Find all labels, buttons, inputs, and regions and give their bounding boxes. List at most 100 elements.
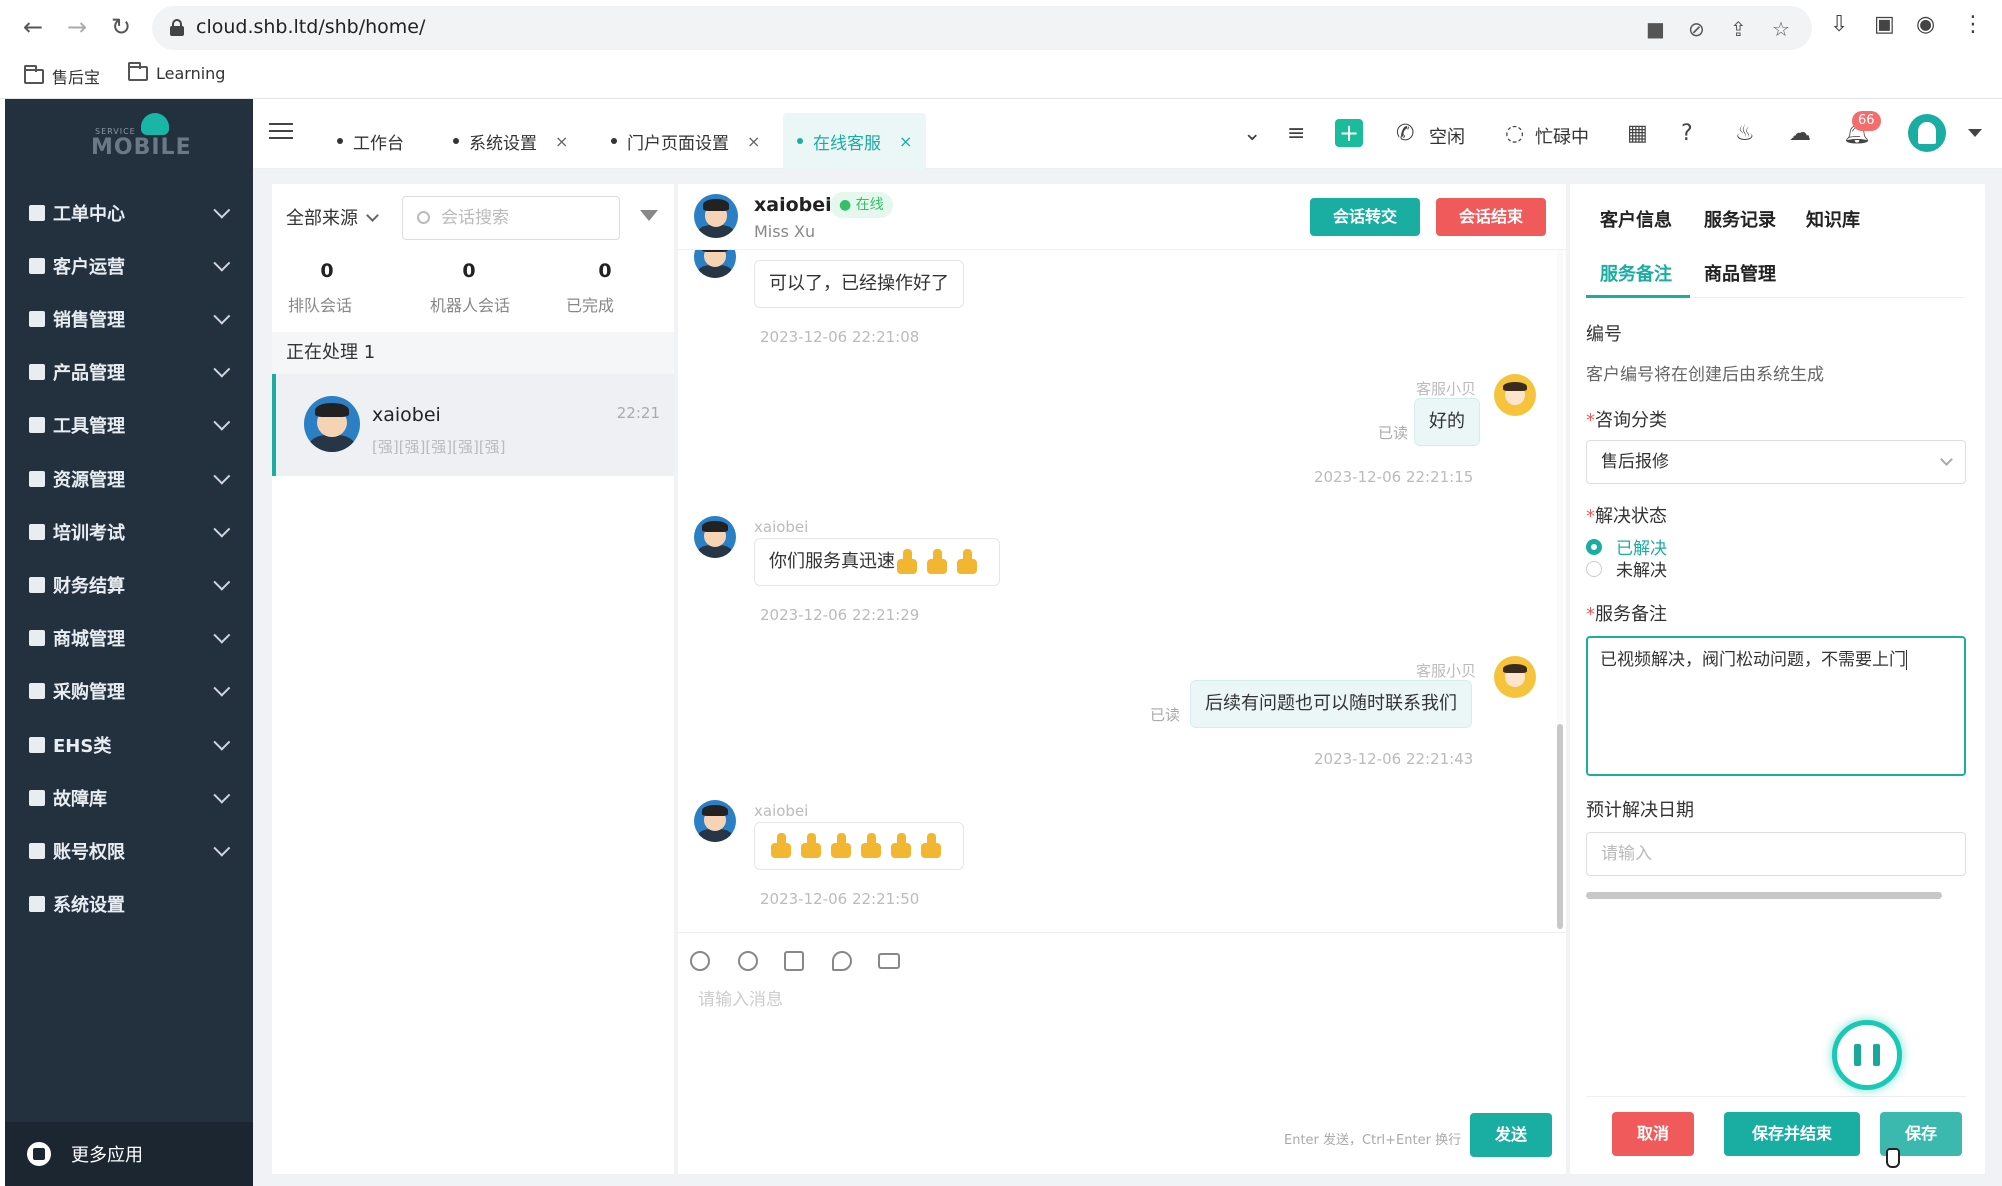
thumbs-up-icon — [769, 833, 795, 859]
tab-label: 门户页面设置 — [627, 133, 729, 154]
message-scrollbar-thumb[interactable] — [1557, 724, 1563, 929]
sidebar-item-3[interactable]: 产品管理 — [5, 346, 253, 399]
sidebar-item-5[interactable]: 资源管理 — [5, 452, 253, 505]
url-text[interactable]: cloud.shb.ltd/shb/home/ — [196, 16, 425, 38]
user-avatar[interactable] — [1908, 114, 1946, 152]
close-icon[interactable]: × — [747, 132, 760, 151]
message-bubble: 后续有问题也可以随时联系我们 — [1190, 680, 1472, 728]
cloud-icon[interactable]: ☁ — [1789, 121, 1811, 146]
calendar-icon[interactable]: ▦ — [1627, 121, 1648, 146]
quick-reply-icon[interactable] — [738, 951, 758, 971]
stat-completed[interactable]: 0 已完成 — [550, 260, 660, 315]
emoji-icon[interactable] — [690, 951, 710, 971]
send-button[interactable]: 发送 — [1470, 1113, 1552, 1157]
message-list[interactable]: xaiobei 可以了，已经操作好了 2023-12-06 22:21:08 客… — [678, 250, 1558, 930]
location-blocked-icon[interactable]: ⊘ — [1688, 17, 1705, 41]
stat-robot[interactable]: 0 机器人会话 — [414, 260, 524, 315]
number-label: 编号 — [1586, 324, 1622, 345]
add-icon[interactable]: + — [1335, 119, 1363, 147]
sidebar-item-8[interactable]: 商城管理 — [5, 612, 253, 665]
tab-service-records[interactable]: 服务记录 — [1704, 206, 1776, 232]
sidebar-item-label: EHS类 — [53, 735, 112, 757]
profile-icon[interactable]: ◉ — [1916, 12, 1935, 37]
sidebar-item-4[interactable]: 工具管理 — [5, 399, 253, 452]
customer-info-panel: 客户信息 服务记录 知识库 服务备注 商品管理 编号 客户编号将在创建后由系统生… — [1570, 184, 1985, 1174]
source-filter-select[interactable]: 全部来源 — [286, 204, 379, 230]
cancel-button[interactable]: 取消 — [1612, 1112, 1694, 1156]
app-logo[interactable]: SERVICE MOBILE — [5, 109, 253, 165]
fault-icon — [29, 789, 45, 806]
sidebar-item-12[interactable]: 账号权限 — [5, 824, 253, 877]
side-panel-icon[interactable]: ▣ — [1874, 12, 1895, 37]
category-select[interactable]: 售后报修 — [1586, 440, 1966, 484]
chevron-down-icon[interactable]: ⌄ — [1243, 121, 1261, 146]
category-label: *咨询分类 — [1586, 410, 1667, 431]
list-menu-icon[interactable]: ≡ — [1287, 121, 1305, 146]
attachment-icon[interactable] — [832, 951, 852, 971]
tab-customer-info[interactable]: 客户信息 — [1600, 206, 1672, 232]
browser-menu-icon[interactable]: ⋮ — [1962, 12, 1984, 37]
filter-icon[interactable] — [640, 210, 658, 221]
tab-product-management[interactable]: 商品管理 — [1704, 260, 1776, 286]
unresolved-radio[interactable]: 未解决 — [1586, 556, 1667, 581]
help-icon[interactable]: ? — [1681, 121, 1693, 146]
forward-icon[interactable]: → — [62, 12, 92, 42]
sidebar-item-7[interactable]: 财务结算 — [5, 558, 253, 611]
tab-service-notes[interactable]: 服务备注 — [1600, 260, 1672, 286]
status-idle[interactable]: 空闲 — [1429, 123, 1465, 149]
sidebar-item-11[interactable]: 故障库 — [5, 771, 253, 824]
status-busy[interactable]: 忙碌中 — [1535, 123, 1589, 149]
tab-online-service[interactable]: 在线客服 × — [783, 113, 927, 169]
back-icon[interactable]: ← — [18, 12, 48, 42]
tab-workbench[interactable]: 工作台 — [323, 113, 418, 169]
resolve-status-label: *解决状态 — [1586, 506, 1667, 527]
video-icon[interactable] — [878, 953, 900, 969]
service-note-textarea[interactable]: 已视频解决，阀门松动问题，不需要上门 — [1586, 636, 1966, 776]
camera-icon[interactable]: ■ — [1646, 17, 1665, 41]
star-icon[interactable]: ☆ — [1772, 17, 1790, 41]
sidebar-item-9[interactable]: 采购管理 — [5, 665, 253, 718]
expected-date-input[interactable]: 请输入 — [1586, 832, 1966, 876]
close-icon[interactable]: × — [555, 132, 568, 151]
conversation-item[interactable]: xaiobei 22:21 [强][强][强][强][强] — [272, 374, 674, 476]
menu-toggle-icon[interactable] — [269, 123, 293, 143]
sidebar-item-2[interactable]: 销售管理 — [5, 292, 253, 345]
end-session-button[interactable]: 会话结束 — [1436, 198, 1546, 236]
tab-label: 系统设置 — [469, 133, 537, 154]
image-icon[interactable] — [784, 951, 804, 971]
download-icon[interactable]: ⇩ — [1830, 12, 1848, 37]
sidebar-item-0[interactable]: 工单中心 — [5, 186, 253, 239]
sidebar-item-6[interactable]: 培训考试 — [5, 505, 253, 558]
sidebar-item-1[interactable]: 客户运营 — [5, 239, 253, 292]
reload-icon[interactable]: ↻ — [106, 12, 136, 42]
phone-icon[interactable]: ✆ — [1396, 121, 1414, 146]
caret-down-icon[interactable] — [1968, 129, 1982, 137]
tab-dot — [453, 138, 459, 144]
close-icon[interactable]: × — [899, 132, 912, 151]
bookmark-folder-shb[interactable]: 售后宝 — [24, 64, 100, 88]
sidebar-item-label: 客户运营 — [53, 256, 125, 278]
share-icon[interactable]: ⇪ — [1730, 17, 1747, 41]
shield-icon — [29, 842, 45, 859]
message-input[interactable]: 请输入消息 — [698, 985, 783, 1010]
tab-knowledge-base[interactable]: 知识库 — [1806, 206, 1860, 232]
address-bar[interactable]: cloud.shb.ltd/shb/home/ ■ ⊘ ⇪ ☆ — [152, 6, 1812, 50]
chat-status-icon[interactable]: ◌ — [1505, 121, 1524, 146]
bookmark-label: 售后宝 — [52, 68, 101, 87]
transfer-session-button[interactable]: 会话转交 — [1310, 198, 1420, 236]
tab-system-settings[interactable]: 系统设置 × — [439, 113, 582, 169]
pause-recording-button[interactable] — [1832, 1020, 1902, 1090]
tab-portal-settings[interactable]: 门户页面设置 × — [597, 113, 774, 169]
conversation-search-input[interactable]: 会话搜索 — [402, 196, 620, 240]
tool-icon — [29, 417, 45, 434]
sidebar-item-13[interactable]: 系统设置 — [5, 878, 253, 931]
message-sender: xaiobei — [754, 250, 808, 254]
stat-queue[interactable]: 0 排队会话 — [272, 260, 382, 315]
save-and-end-button[interactable]: 保存并结束 — [1724, 1112, 1860, 1156]
more-apps-button[interactable]: 更多应用 — [5, 1122, 253, 1186]
horizontal-scrollbar[interactable] — [1586, 892, 1942, 899]
radio-circle — [1586, 560, 1602, 577]
bookmark-folder-learning[interactable]: Learning — [128, 62, 225, 83]
fire-icon[interactable]: ♨ — [1735, 121, 1755, 146]
sidebar-item-10[interactable]: EHS类 — [5, 718, 253, 771]
